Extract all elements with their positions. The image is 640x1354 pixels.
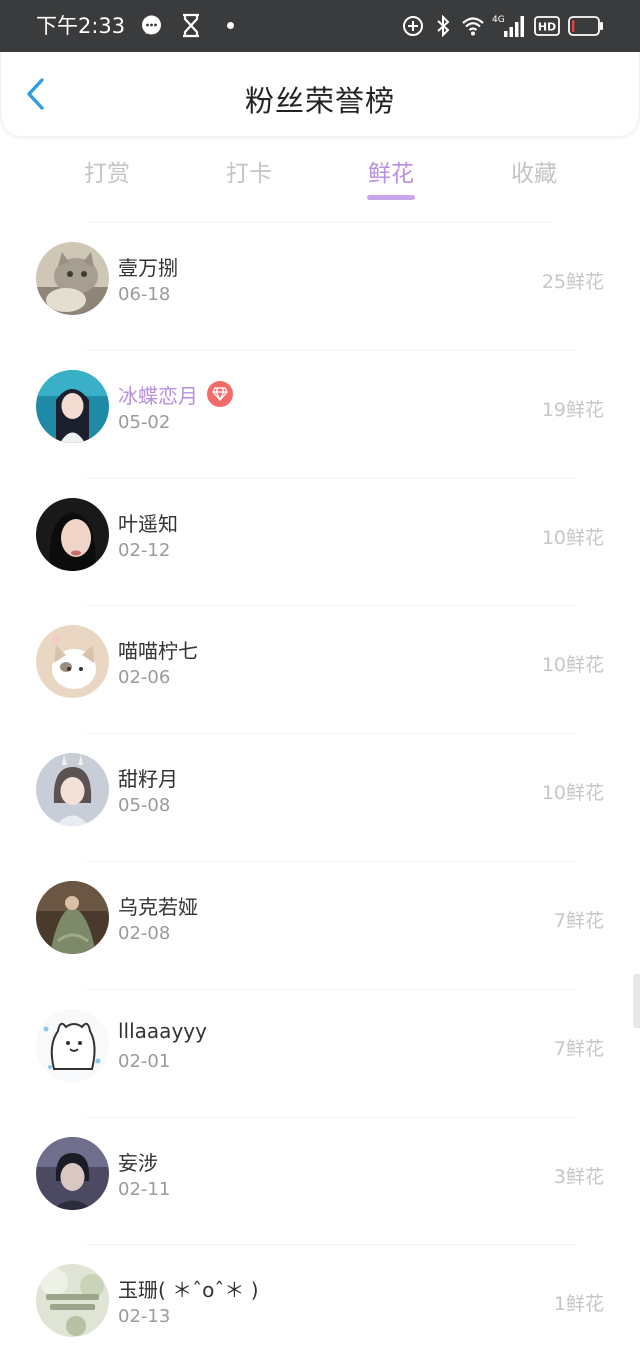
- fan-name-row: 冰蝶恋月: [118, 380, 233, 409]
- flower-count: 3鲜花: [553, 1165, 604, 1188]
- fan-name: 叶遥知: [118, 511, 178, 536]
- avatar[interactable]: [36, 1264, 109, 1338]
- notification-dot: [227, 22, 234, 29]
- list-item[interactable]: 甜籽月 05-08 10鲜花: [0, 733, 640, 861]
- flower-count: 25鲜花: [541, 271, 604, 293]
- fan-name: 乌克若娅: [118, 894, 198, 919]
- vip-diamond-icon: [207, 381, 233, 408]
- avatar[interactable]: [36, 753, 109, 827]
- list-item[interactable]: lllaaayyy 02-01 7鲜花: [0, 988, 640, 1117]
- flower-count: 7鲜花: [553, 1037, 604, 1060]
- list-item[interactable]: 妄涉 02-11 3鲜花: [0, 1116, 640, 1245]
- flower-count: 10鲜花: [541, 782, 604, 805]
- list-item[interactable]: 叶遥知 02-12 10鲜花: [0, 477, 640, 606]
- avatar[interactable]: [36, 242, 109, 315]
- status-time: 下午2:33: [36, 14, 126, 38]
- svg-text:HD: HD: [538, 21, 556, 34]
- fan-date: 02-13: [118, 1306, 171, 1328]
- scrollbar[interactable]: [633, 974, 640, 1028]
- flower-count: 1鲜花: [553, 1293, 604, 1316]
- fan-name: 妄涉: [118, 1150, 158, 1175]
- hourglass-icon: [183, 13, 199, 38]
- wifi-icon: [462, 17, 484, 36]
- active-tab-indicator: [367, 195, 415, 200]
- list-item[interactable]: 冰蝶恋月 05-02 19鲜花: [0, 349, 640, 478]
- flower-count: 7鲜花: [553, 909, 604, 932]
- page-title: 粉丝荣誉榜: [244, 84, 395, 118]
- avatar[interactable]: [36, 1008, 109, 1082]
- tab-tip[interactable]: 打赏: [47, 154, 167, 188]
- avatar[interactable]: [36, 497, 109, 571]
- fan-name: 壹万捌: [118, 256, 178, 280]
- fan-name: 冰蝶恋月: [118, 383, 198, 408]
- tab-favorites[interactable]: 收藏: [474, 154, 594, 188]
- fan-list: 壹万捌 06-18 25鲜花 冰蝶恋月 05-02 19鲜花 叶遥知 02-12…: [0, 222, 640, 1354]
- list-item[interactable]: 壹万捌 06-18 25鲜花: [0, 222, 640, 350]
- avatar[interactable]: [36, 369, 109, 443]
- fan-date: 02-12: [118, 539, 171, 561]
- fan-name: 甜籽月: [118, 767, 178, 792]
- status-bar: 下午2:33 4G HD: [0, 0, 640, 52]
- flower-count: 10鲜花: [541, 654, 604, 677]
- hd-icon: HD: [534, 16, 560, 36]
- list-item[interactable]: 玉珊( ＊ˆoˆ＊ ) 02-13 1鲜花: [0, 1244, 640, 1354]
- fan-date: 05-08: [118, 795, 171, 817]
- list-item[interactable]: 乌克若娅 02-08 7鲜花: [0, 860, 640, 989]
- status-icons: 4G HD: [402, 11, 604, 41]
- chat-bubble-icon: [142, 15, 161, 35]
- signal-icon: 4G: [492, 15, 524, 37]
- fan-date: 02-11: [118, 1178, 171, 1200]
- tab-bar: 打赏 打卡 鲜花 收藏: [0, 150, 640, 206]
- fan-name: lllaaayyy: [118, 1018, 207, 1043]
- fan-date: 06-18: [118, 284, 171, 305]
- flower-count: 19鲜花: [541, 398, 604, 421]
- bluetooth-icon: [437, 15, 450, 37]
- data-saver-icon: [403, 16, 423, 36]
- nav-bar: 粉丝荣誉榜: [0, 52, 640, 136]
- avatar[interactable]: [36, 1136, 109, 1210]
- avatar[interactable]: [36, 880, 109, 954]
- avatar[interactable]: [36, 625, 109, 699]
- fan-date: 05-02: [118, 411, 171, 433]
- fan-date: 02-01: [118, 1050, 171, 1072]
- svg-text:4G: 4G: [492, 15, 505, 25]
- flower-count: 10鲜花: [541, 526, 604, 549]
- fan-name: 喵喵柠七: [118, 639, 198, 664]
- fan-name: 玉珊( ＊ˆoˆ＊ ): [118, 1278, 259, 1303]
- battery-icon: [568, 16, 603, 36]
- fan-date: 02-06: [118, 667, 171, 689]
- list-item[interactable]: 喵喵柠七 02-06 10鲜花: [0, 605, 640, 733]
- fan-date: 02-08: [118, 922, 171, 944]
- tab-checkin[interactable]: 打卡: [189, 154, 309, 188]
- tab-flowers[interactable]: 鲜花: [331, 154, 451, 188]
